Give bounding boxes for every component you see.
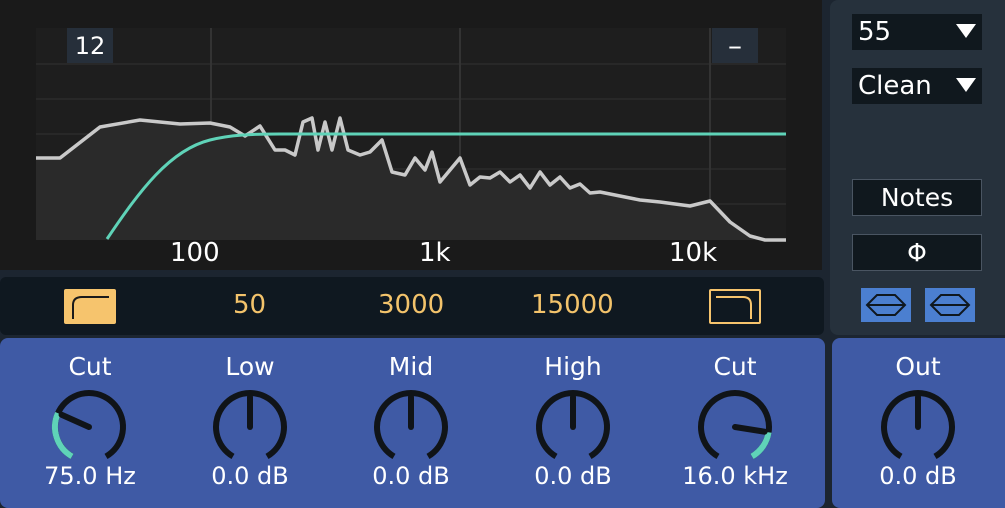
mode-dropdown-value: Clean [858, 71, 932, 101]
preset-dropdown-value: 55 [858, 17, 892, 47]
link-shape-icon [929, 294, 971, 316]
collapse-button[interactable]: – [712, 28, 758, 63]
spectrum-display [0, 0, 822, 270]
knob-title-high-cut: Cut [713, 352, 757, 381]
knob-title-high: High [544, 352, 602, 381]
high-cut-knob[interactable] [694, 386, 776, 468]
knob-pointer [58, 411, 92, 430]
mode-dropdown[interactable]: Clean [852, 68, 982, 104]
link-shape-icon [865, 294, 907, 316]
freq-label-10k: 10k [669, 238, 718, 268]
spectrum-graph [36, 28, 786, 242]
freq-label-1k: 1k [419, 238, 451, 268]
low-gain-knob[interactable] [209, 386, 291, 468]
phase-invert-button[interactable]: Φ [852, 234, 982, 271]
high-gain-knob[interactable] [532, 386, 614, 468]
high-frequency-value[interactable]: 15000 [531, 290, 614, 320]
mid-gain-knob[interactable] [370, 386, 452, 468]
high-cut-toggle-icon[interactable] [709, 289, 761, 324]
knob-title-low-cut: Cut [68, 352, 112, 381]
high-gain-value: 0.0 dB [534, 462, 612, 490]
dropdown-arrow-icon [956, 24, 976, 38]
stereo-mode-button-a[interactable] [861, 288, 911, 322]
notes-button[interactable]: Notes [852, 179, 982, 216]
low-frequency-value[interactable]: 50 [233, 290, 266, 320]
dropdown-arrow-icon [956, 78, 976, 92]
freq-label-100: 100 [170, 238, 220, 268]
knob-title-mid: Mid [388, 352, 434, 381]
sidebar-panel [830, 0, 1005, 335]
high-cut-value: 16.0 kHz [682, 462, 788, 490]
low-gain-value: 0.0 dB [211, 462, 289, 490]
knob-title-out: Out [895, 352, 941, 381]
mid-gain-value: 0.0 dB [372, 462, 450, 490]
output-gain-value: 0.0 dB [879, 462, 957, 490]
low-cut-knob[interactable] [48, 386, 130, 468]
knob-title-low: Low [225, 352, 275, 381]
low-cut-value: 75.0 Hz [44, 462, 136, 490]
mid-frequency-value[interactable]: 3000 [378, 290, 444, 320]
output-gain-knob[interactable] [877, 386, 959, 468]
db-range-display[interactable]: 12 [67, 28, 113, 63]
stereo-mode-button-b[interactable] [925, 288, 975, 322]
preset-dropdown[interactable]: 55 [852, 14, 982, 50]
low-cut-toggle-icon[interactable] [64, 289, 116, 324]
knob-pointer [732, 424, 768, 435]
knob-value-arc [750, 431, 772, 460]
